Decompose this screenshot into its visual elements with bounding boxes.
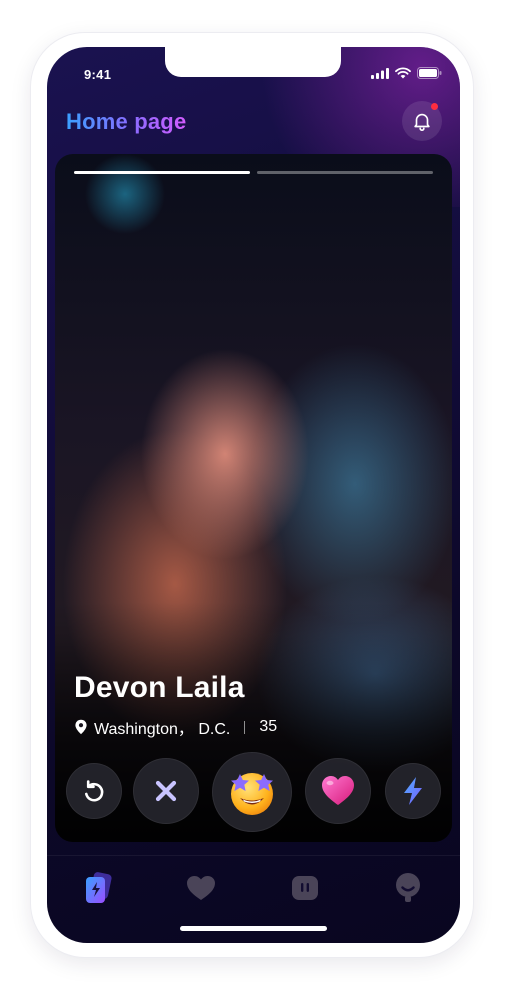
lightning-icon — [404, 777, 422, 805]
location-pin-icon — [75, 719, 87, 735]
home-indicator — [180, 926, 327, 931]
device-notch — [165, 47, 341, 77]
rewind-button[interactable] — [66, 763, 122, 819]
page-title: Home page — [66, 109, 187, 134]
action-bar — [55, 752, 452, 832]
profile-age: 35 — [259, 718, 278, 735]
nav-cards[interactable] — [78, 868, 118, 908]
boost-button[interactable] — [385, 763, 441, 819]
nav-likes[interactable] — [181, 868, 221, 908]
signal-icon — [371, 67, 389, 79]
bell-icon — [414, 113, 430, 131]
profile-location: Washington， D.C. — [94, 721, 231, 738]
profile-meta: Washington， D.C. 35 — [74, 715, 277, 739]
notification-button[interactable] — [402, 101, 442, 141]
close-icon — [155, 780, 177, 802]
undo-icon — [85, 780, 104, 802]
status-time: 9:41 — [84, 67, 112, 82]
wifi-icon — [395, 67, 411, 79]
photo-progress-segment — [74, 171, 250, 174]
heart-icon — [322, 776, 354, 805]
person-icon — [396, 873, 420, 902]
star-eyes-emoji-icon — [231, 773, 273, 815]
meta-divider — [244, 720, 246, 734]
battery-icon — [417, 67, 442, 79]
nav-messages[interactable] — [285, 868, 325, 908]
profile-card[interactable]: Devon Laila Washington， D.C. 35 — [55, 154, 452, 842]
notification-dot — [431, 103, 438, 110]
photo-progress — [74, 171, 433, 174]
app-screen: 9:41 Home page Devon Laila Washington， D… — [47, 47, 460, 943]
chat-icon — [292, 876, 318, 900]
nav-profile[interactable] — [388, 868, 428, 908]
cards-icon — [86, 872, 112, 903]
photo-progress-segment — [257, 171, 433, 174]
dislike-button[interactable] — [133, 758, 199, 824]
heart-icon — [187, 876, 215, 900]
status-icons — [371, 67, 442, 79]
super-like-button[interactable] — [212, 752, 292, 832]
like-button[interactable] — [305, 758, 371, 824]
profile-name: Devon Laila — [74, 671, 245, 704]
